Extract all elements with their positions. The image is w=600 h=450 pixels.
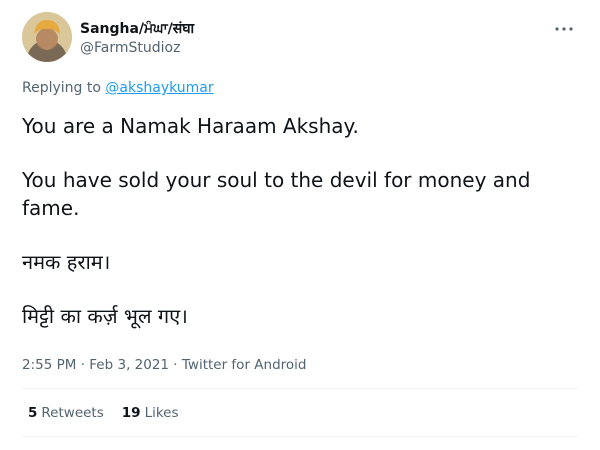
tweet-paragraph: You have sold your soul to the devil for… [22,168,531,220]
retweets-stat[interactable]: 5 Retweets [28,404,104,422]
retweets-count: 5 [28,405,38,421]
tweet-stats: 5 Retweets 19 Likes [28,404,197,422]
tweet-time-link[interactable]: 2:55 PM [22,357,76,373]
author-block: Sangha/ਮੰਘਾ/संघा @FarmStudioz [80,20,194,57]
author-handle[interactable]: @FarmStudioz [80,39,194,57]
replying-to-mention-link[interactable]: @akshaykumar [105,80,213,96]
author-display-name[interactable]: Sangha/ਮੰਘਾ/संघा [80,20,194,38]
tweet-card: Sangha/ਮੰਘਾ/संघा @FarmStudioz Replying t… [0,0,600,450]
tweet-source-link[interactable]: Twitter for Android [182,357,307,373]
divider [22,388,578,389]
tweet-paragraph: नमक हराम। [22,250,111,274]
tweet-paragraph: मिट्टी का कर्ज़ भूल गए। [22,304,188,328]
meta-separator: · [76,357,90,373]
tweet-date-link[interactable]: Feb 3, 2021 [89,357,169,373]
retweets-label: Retweets [41,405,104,421]
more-options-icon[interactable] [552,20,576,38]
avatar[interactable] [22,12,72,62]
likes-count: 19 [121,405,141,421]
tweet-text: You are a Namak Haraam Akshay. You have … [22,112,562,356]
likes-stat[interactable]: 19 Likes [122,404,179,422]
likes-label: Likes [144,405,179,421]
avatar-image [22,12,72,62]
replying-to-label: Replying to [22,80,106,96]
tweet-header: Sangha/ਮੰਘਾ/संघा @FarmStudioz [22,12,586,64]
tweet-paragraph: You are a Namak Haraam Akshay. [22,114,359,138]
meta-separator: · [169,357,182,373]
divider [22,436,578,437]
tweet-meta: 2:55 PM · Feb 3, 2021 · Twitter for Andr… [22,356,306,374]
replying-to: Replying to @akshaykumar [22,79,214,97]
